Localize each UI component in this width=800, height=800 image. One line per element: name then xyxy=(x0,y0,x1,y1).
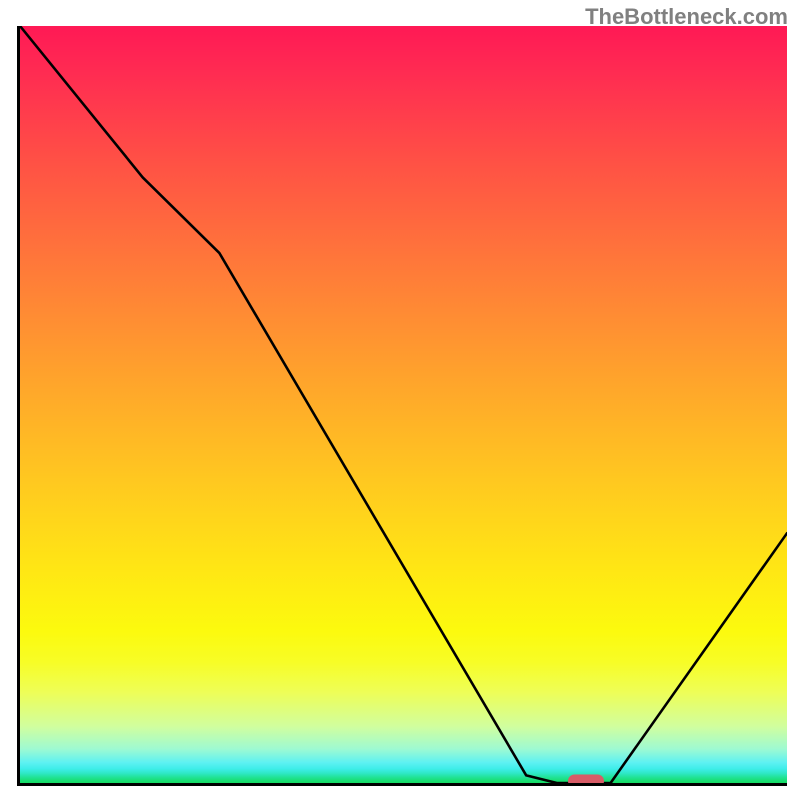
plot-area xyxy=(17,26,787,786)
bottleneck-curve xyxy=(20,26,787,783)
watermark-text: TheBottleneck.com xyxy=(585,4,788,30)
optimal-marker xyxy=(568,774,604,786)
chart-container: TheBottleneck.com xyxy=(0,0,800,800)
curve-svg xyxy=(20,26,787,783)
